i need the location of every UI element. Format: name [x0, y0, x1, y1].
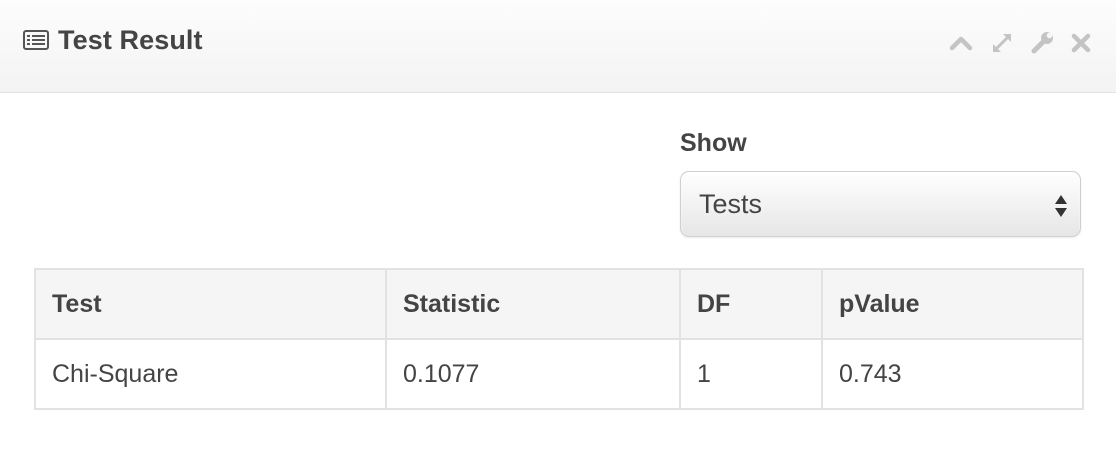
select-arrows-icon [1055, 195, 1067, 217]
table-row: Chi-Square 0.1077 1 0.743 [34, 338, 1084, 410]
close-icon [1071, 33, 1091, 53]
show-select-value: Tests [699, 189, 763, 219]
collapse-button[interactable] [948, 30, 974, 56]
expand-icon [992, 33, 1012, 53]
panel-title: Test Result [58, 25, 203, 55]
cell-test: Chi-Square [34, 338, 387, 410]
column-header-df[interactable]: DF [679, 268, 823, 340]
wrench-icon [1031, 32, 1053, 54]
column-header-test[interactable]: Test [34, 268, 387, 340]
fullscreen-button[interactable] [989, 30, 1015, 56]
panel-header: Test Result [0, 0, 1116, 93]
settings-button[interactable] [1029, 30, 1055, 56]
cell-statistic: 0.1077 [385, 338, 681, 410]
chevron-up-icon [949, 36, 973, 51]
table-header-row: Test Statistic DF pValue [34, 268, 1084, 340]
column-header-pvalue[interactable]: pValue [821, 268, 1084, 340]
cell-pvalue: 0.743 [821, 338, 1084, 410]
test-result-panel: Test Result Show Tests Test Statistic DF… [0, 0, 1116, 466]
column-header-statistic[interactable]: Statistic [385, 268, 681, 340]
list-icon [23, 30, 49, 50]
close-button[interactable] [1068, 30, 1094, 56]
show-select[interactable]: Tests [680, 171, 1081, 237]
result-table: Test Statistic DF pValue Chi-Square 0.10… [34, 268, 1084, 410]
show-label: Show [680, 129, 747, 157]
cell-df: 1 [679, 338, 823, 410]
